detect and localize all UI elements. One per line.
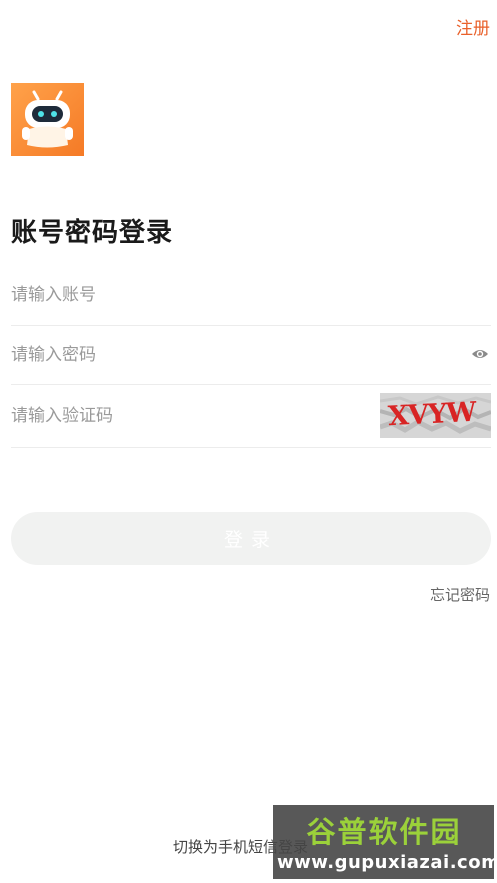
- forgot-password-link[interactable]: 忘记密码: [430, 584, 490, 605]
- watermark-url: www.gupuxiazai.com: [277, 852, 497, 873]
- login-button[interactable]: 登录: [11, 512, 491, 565]
- page-title: 账号密码登录: [11, 218, 174, 248]
- password-input[interactable]: [11, 340, 351, 370]
- watermark: 谷普软件园 www.gupuxiazai.com: [273, 805, 497, 879]
- account-field: [11, 280, 491, 326]
- eye-icon[interactable]: [471, 347, 489, 361]
- watermark-title: 谷普软件园: [306, 815, 462, 849]
- robot-logo-icon: [11, 83, 84, 156]
- register-link[interactable]: 注册: [456, 14, 490, 39]
- captcha-text: XVYW: [387, 396, 477, 433]
- captcha-image[interactable]: XVYW: [380, 393, 491, 438]
- captcha-input[interactable]: [11, 401, 351, 431]
- password-field: [11, 326, 491, 385]
- account-input[interactable]: [11, 280, 351, 310]
- captcha-field: XVYW: [11, 385, 491, 448]
